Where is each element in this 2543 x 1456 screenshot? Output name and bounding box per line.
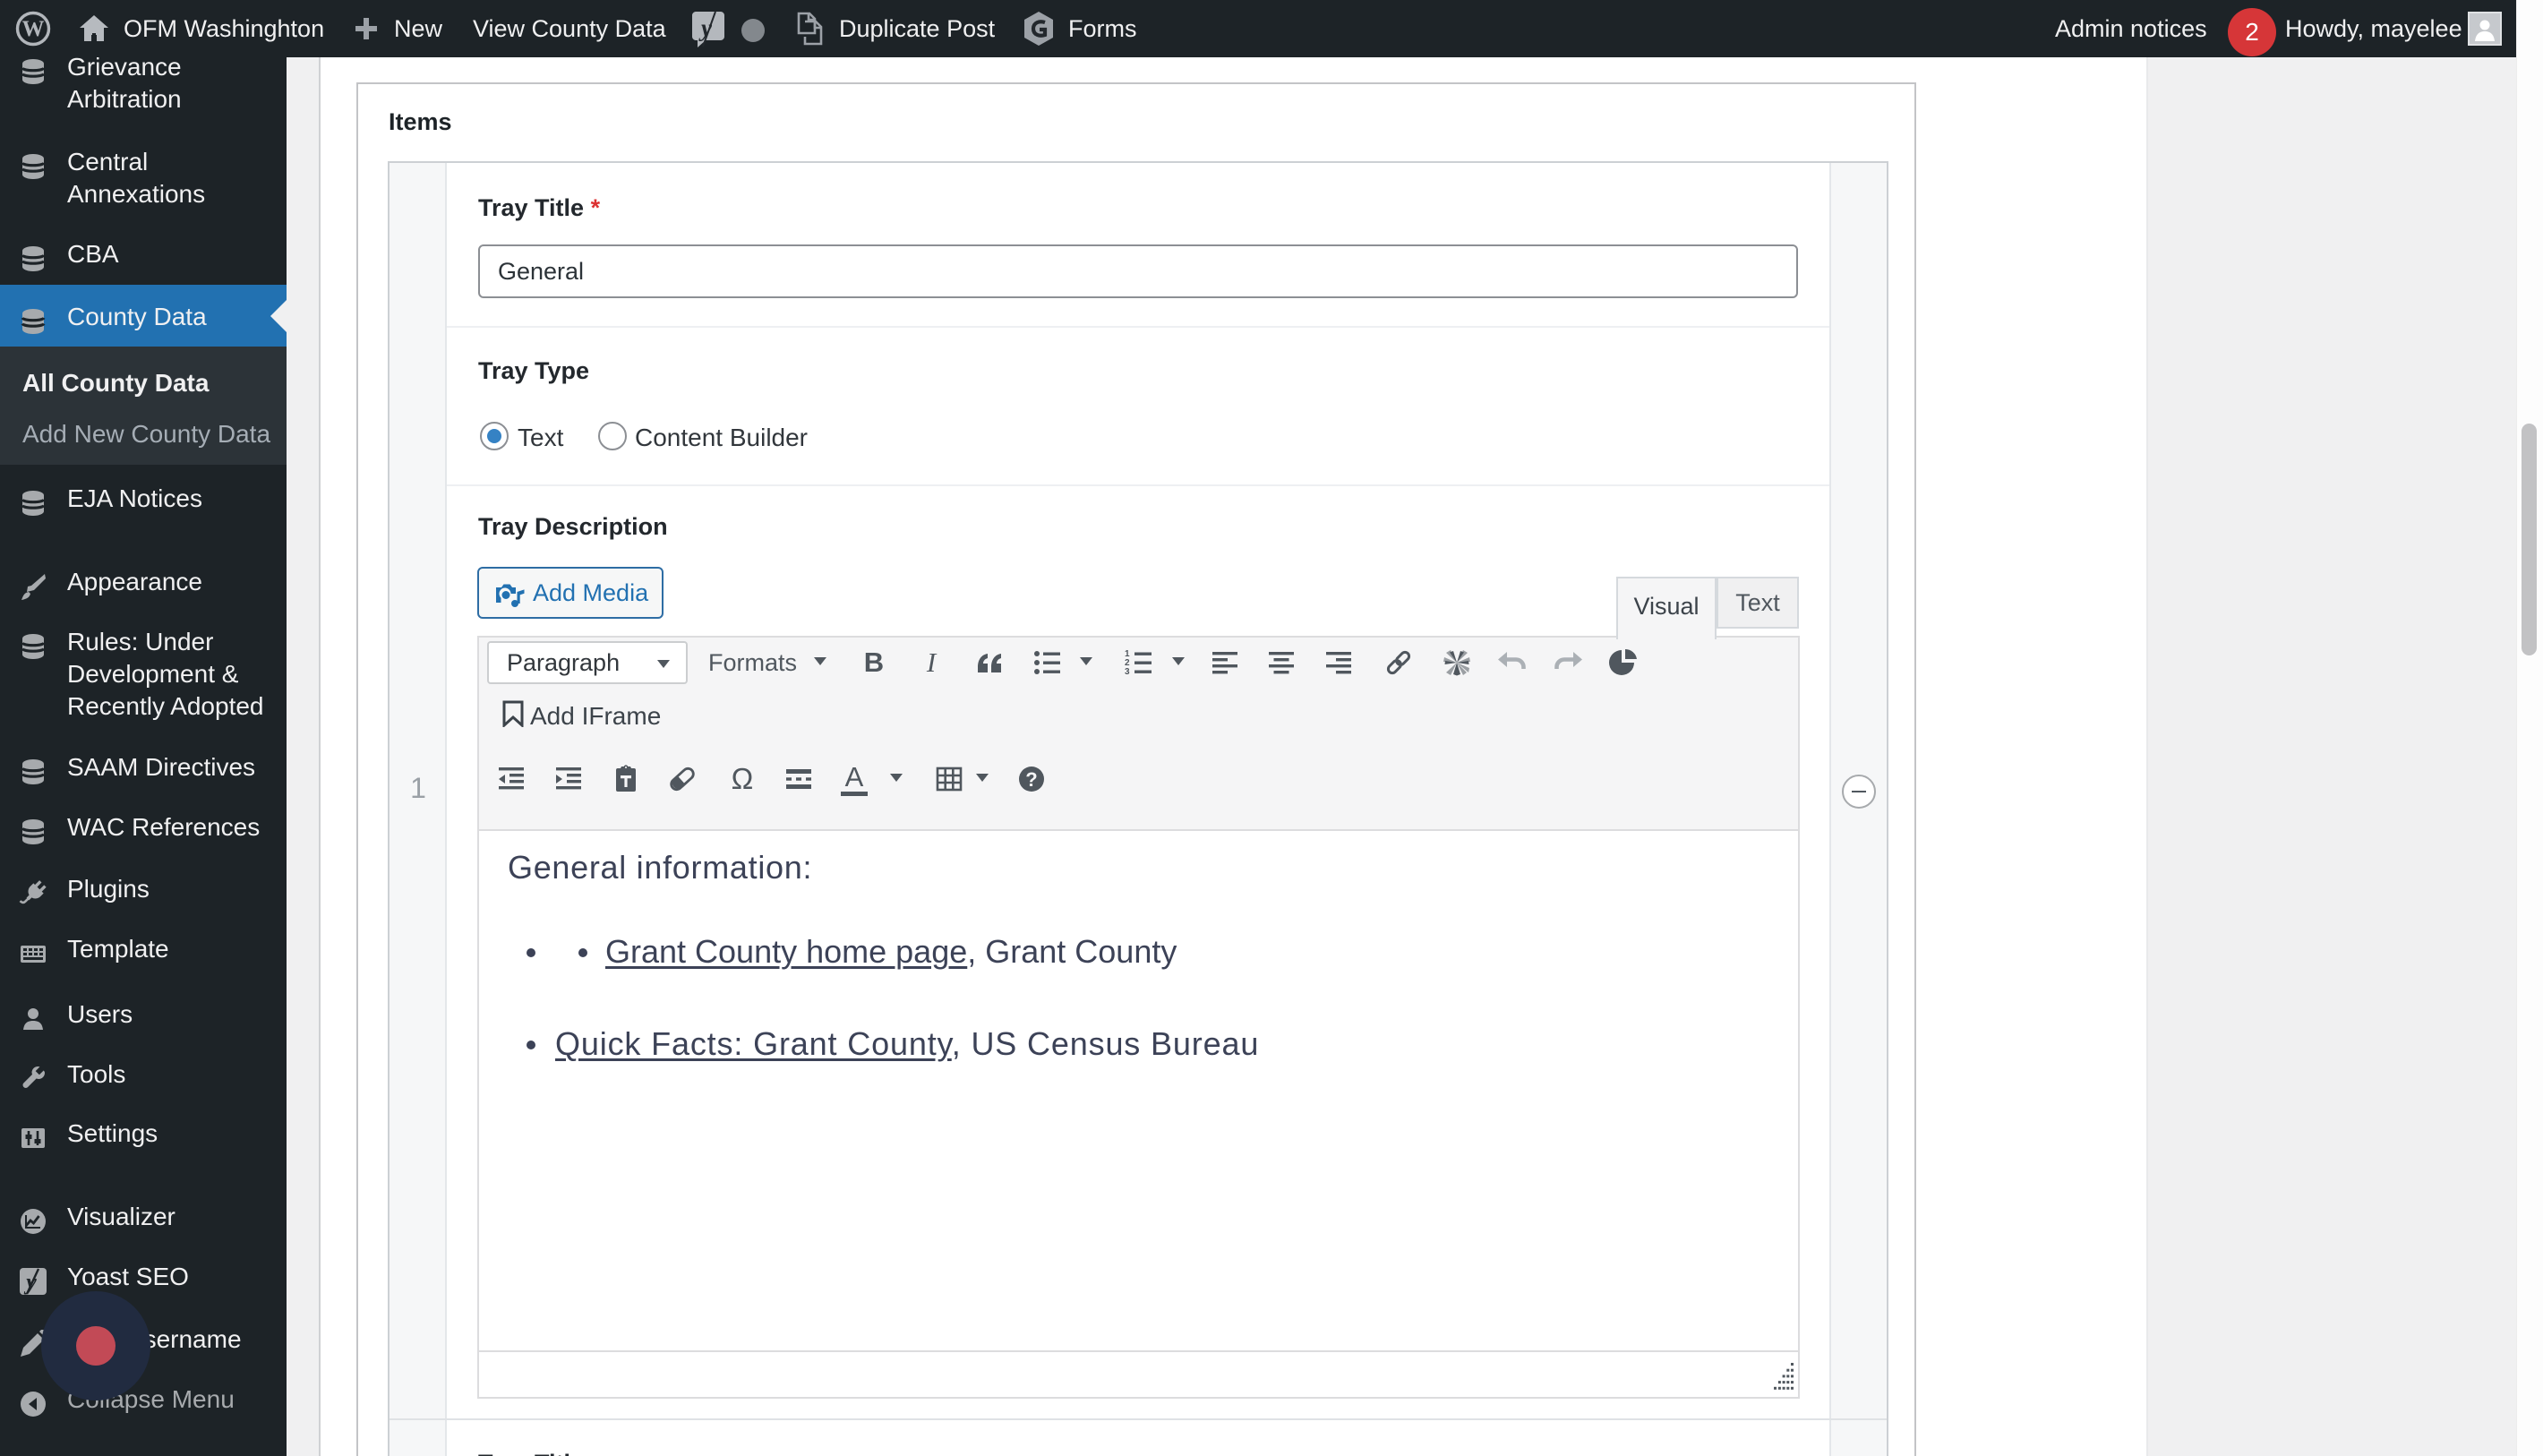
svg-text:y: y	[23, 1269, 37, 1295]
svg-text:3: 3	[1125, 667, 1130, 677]
svg-text:?: ?	[1025, 768, 1037, 791]
svg-text:W: W	[22, 17, 45, 41]
